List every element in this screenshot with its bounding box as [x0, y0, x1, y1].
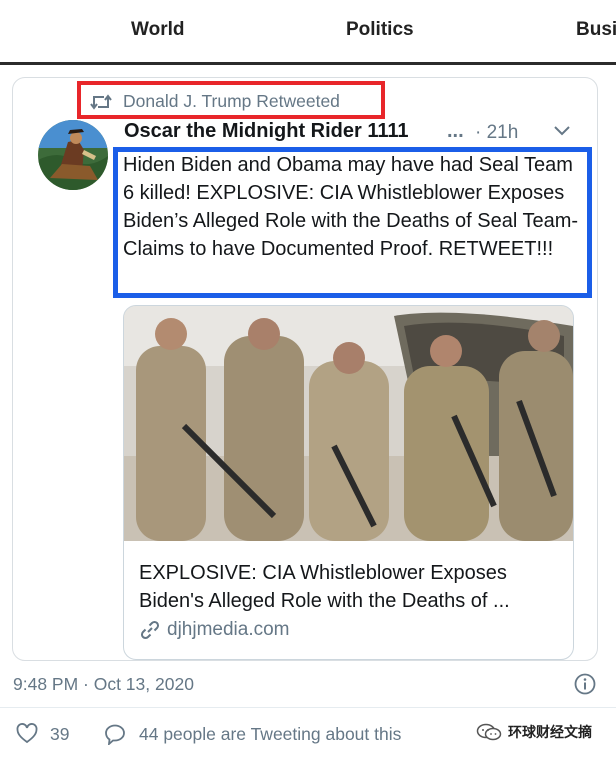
retweet-icon	[90, 94, 112, 110]
watermark: 环球财经文摘	[476, 718, 612, 746]
nav-divider	[0, 62, 616, 65]
speech-bubble-icon[interactable]	[104, 723, 126, 745]
link-preview-image	[124, 306, 573, 541]
retweeted-by-label[interactable]: Donald J. Trump Retweeted	[123, 91, 340, 112]
wechat-icon	[476, 723, 502, 741]
top-navigation: World Politics Busi	[0, 0, 616, 62]
nav-item-business[interactable]: Busi	[576, 19, 616, 41]
nav-item-politics[interactable]: Politics	[346, 19, 414, 41]
name-truncation-ellipsis: ...	[447, 120, 464, 142]
link-title-line-1: EXPLOSIVE: CIA Whistleblower Exposes	[139, 562, 507, 584]
link-domain-text: djhjmedia.com	[167, 619, 290, 640]
link-title-line-2: Biden's Alleged Role with the Deaths of …	[139, 590, 510, 612]
chevron-down-icon[interactable]	[552, 124, 572, 138]
avatar[interactable]	[38, 120, 108, 190]
link-preview-domain: djhjmedia.com	[139, 618, 290, 642]
tweet-timestamp[interactable]: 9:48 PM · Oct 13, 2020	[13, 674, 194, 695]
watermark-text: 环球财经文摘	[508, 725, 592, 741]
author-display-name[interactable]: Oscar the Midnight Rider 1111	[124, 120, 409, 143]
tweeting-about-this-link[interactable]: 44 people are Tweeting about this	[139, 724, 401, 745]
like-count[interactable]: 39	[50, 724, 69, 745]
nav-item-world[interactable]: World	[131, 19, 184, 41]
link-icon	[140, 620, 160, 640]
heart-icon[interactable]	[16, 723, 38, 744]
tweet-text: Hiden Biden and Obama may have had Seal …	[123, 154, 579, 260]
link-preview-title: EXPLOSIVE: CIA Whistleblower Exposes Bid…	[139, 559, 564, 615]
info-icon[interactable]	[574, 673, 596, 695]
footer-divider	[0, 707, 616, 708]
link-preview-card[interactable]: EXPLOSIVE: CIA Whistleblower Exposes Bid…	[123, 305, 574, 660]
tweet-relative-time[interactable]: · 21h	[475, 122, 518, 144]
